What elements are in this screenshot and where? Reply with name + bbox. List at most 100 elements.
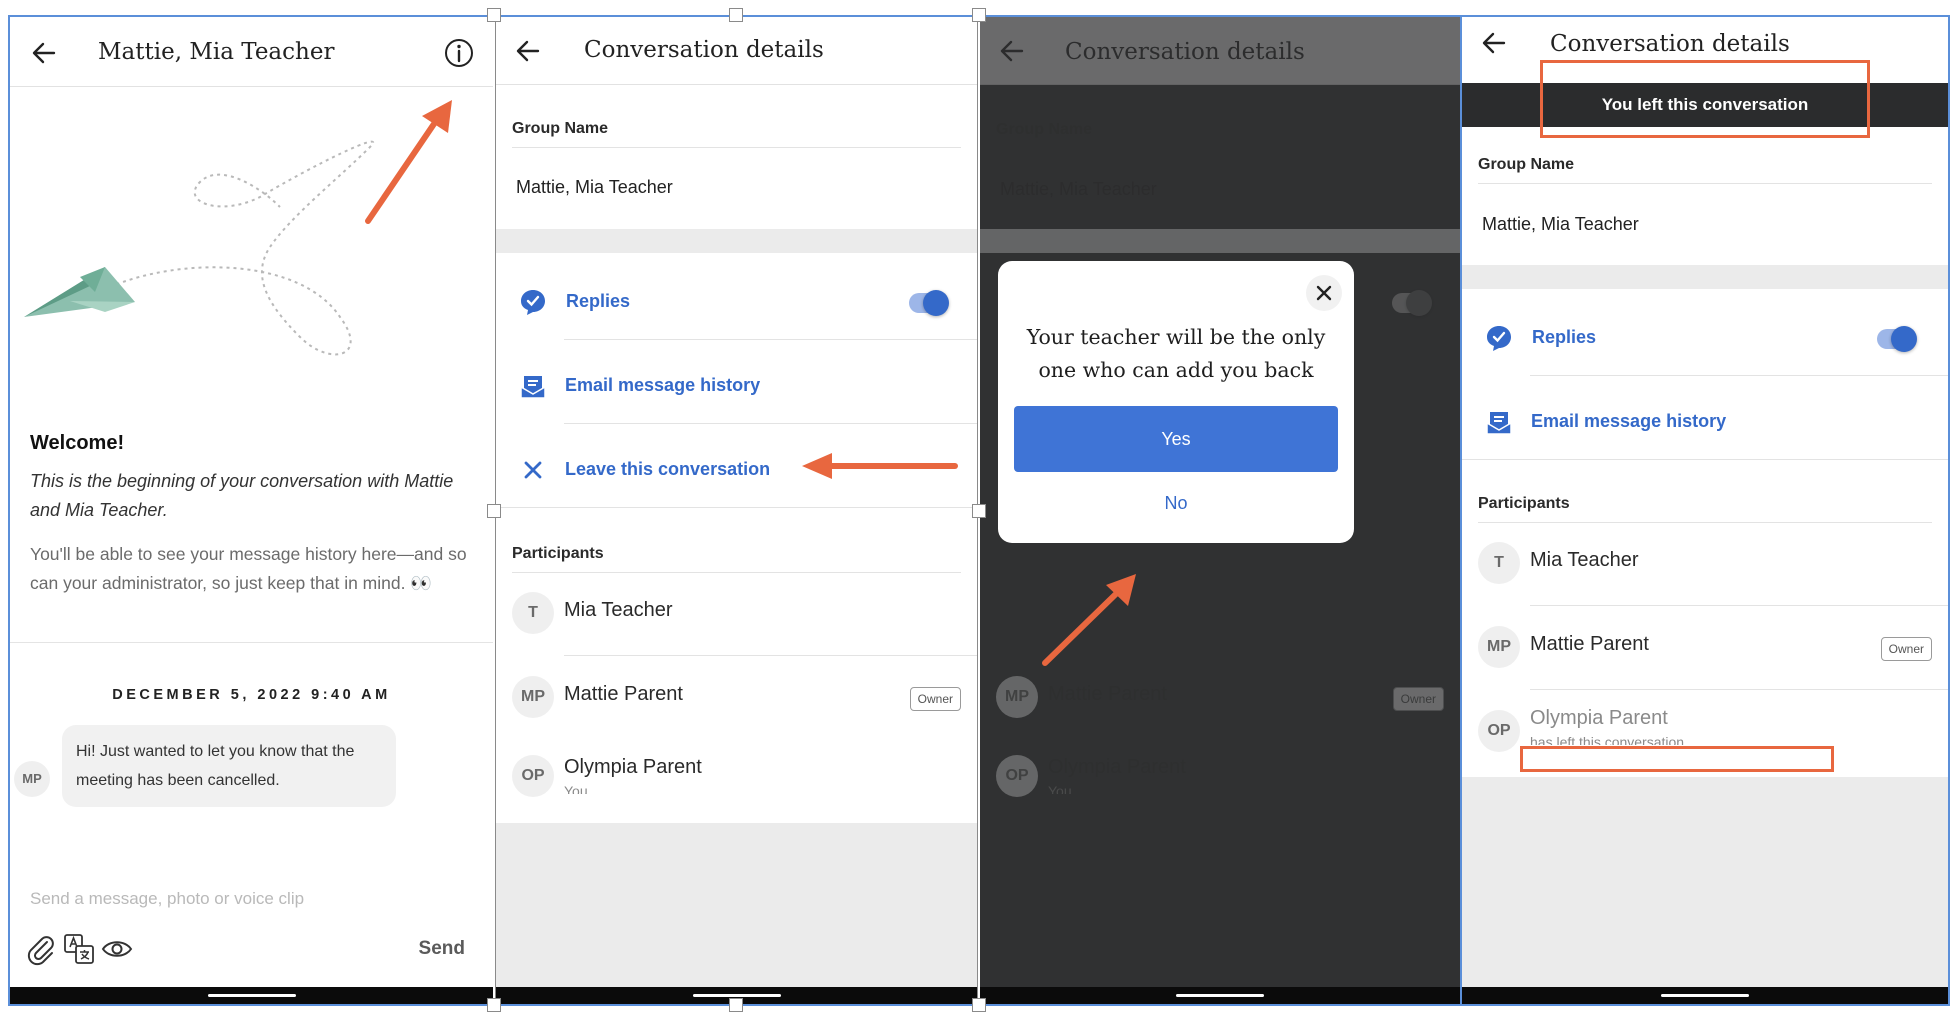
eye-icon[interactable] xyxy=(100,932,134,966)
avatar: OP xyxy=(1478,710,1520,752)
avatar: T xyxy=(512,592,554,634)
translate-icon[interactable] xyxy=(62,932,96,966)
replies-row[interactable]: Replies xyxy=(496,269,977,337)
avatar: T xyxy=(1478,542,1520,584)
owner-badge: Owner xyxy=(909,687,961,711)
participants-label: Participants xyxy=(1478,495,1570,512)
group-name-label: Group Name xyxy=(996,121,1093,138)
replies-toggle[interactable] xyxy=(909,290,949,316)
divider xyxy=(496,507,977,508)
dialog-message: Your teacher will be the only one who ca… xyxy=(1026,325,1326,382)
participant-subtitle: You xyxy=(1048,783,1072,794)
divider xyxy=(512,572,961,573)
conversation-details-after-leave: Conversation details You left this conve… xyxy=(1462,17,1948,1005)
details-header: Conversation details xyxy=(496,17,977,85)
owner-badge: Owner xyxy=(1880,637,1932,661)
replies-toggle xyxy=(1392,290,1432,316)
selection-handle[interactable] xyxy=(972,504,986,518)
system-navigation-bar xyxy=(980,987,1460,1005)
group-name-value[interactable]: Mattie, Mia Teacher xyxy=(1482,214,1639,235)
chat-screen: Mattie, Mia Teacher Welcome! This is the… xyxy=(10,17,493,1005)
email-history-icon xyxy=(1486,412,1512,435)
yes-button[interactable]: Yes xyxy=(1014,406,1338,472)
section-separator xyxy=(496,229,977,253)
participant-row[interactable]: MP Mattie Parent Owner xyxy=(1462,617,1948,683)
divider xyxy=(1478,522,1932,523)
group-name-label: Group Name xyxy=(512,120,609,137)
participant-name: Mia Teacher xyxy=(1530,549,1639,571)
leave-conversation-label: Leave this conversation xyxy=(565,459,771,479)
participant-name: Mia Teacher xyxy=(564,599,673,621)
selection-handle[interactable] xyxy=(729,8,743,22)
divider xyxy=(1462,459,1948,460)
owner-badge: Owner xyxy=(1392,687,1444,711)
paperclip-icon[interactable] xyxy=(24,932,58,966)
replies-toggle[interactable] xyxy=(1877,326,1917,352)
participant-left-status: has left this conversation xyxy=(1530,734,1685,745)
toggle-knob xyxy=(1891,326,1917,352)
paper-plane-illustration xyxy=(24,140,374,356)
participant-name: Olympia Parent xyxy=(564,756,702,778)
selection-handle[interactable] xyxy=(729,998,743,1012)
close-x-icon xyxy=(524,461,542,479)
participant-row[interactable]: MP Mattie Parent Owner xyxy=(496,667,977,733)
avatar: OP xyxy=(996,755,1038,797)
email-history-icon xyxy=(520,376,546,399)
group-name-label: Group Name xyxy=(1478,156,1575,173)
back-arrow-icon[interactable] xyxy=(1480,29,1508,57)
participant-row[interactable]: OP Olympia Parent has left this conversa… xyxy=(1462,701,1948,767)
divider xyxy=(10,642,493,643)
avatar: MP xyxy=(14,761,50,797)
welcome-intro: This is the beginning of your conversati… xyxy=(30,471,454,520)
section-separator xyxy=(1462,265,1948,289)
divider xyxy=(1530,689,1948,690)
details-title: Conversation details xyxy=(1550,31,1790,57)
toggle-knob xyxy=(923,290,949,316)
participant-name: Mattie Parent xyxy=(1048,683,1167,705)
home-indicator[interactable] xyxy=(1176,994,1264,997)
info-icon[interactable] xyxy=(443,37,475,69)
leave-conversation-row[interactable]: Leave this conversation xyxy=(496,437,977,505)
details-header: Conversation details xyxy=(1462,17,1948,83)
empty-area xyxy=(1462,777,1948,987)
participant-row[interactable]: T Mia Teacher xyxy=(496,583,977,649)
no-button[interactable]: No xyxy=(998,493,1354,514)
left-conversation-banner: You left this conversation xyxy=(1462,83,1948,127)
participant-row[interactable]: OP Olympia Parent You xyxy=(496,746,977,812)
selection-handle[interactable] xyxy=(487,998,501,1012)
email-history-label: Email message history xyxy=(565,375,761,395)
selection-handle[interactable] xyxy=(972,8,986,22)
toggle-knob xyxy=(1406,290,1432,316)
participant-name: Olympia Parent xyxy=(1048,756,1186,778)
replies-row[interactable]: Replies xyxy=(1462,305,1948,373)
replies-label: Replies xyxy=(1532,327,1597,347)
participant-name: Olympia Parent xyxy=(1530,707,1668,729)
avatar: MP xyxy=(512,676,554,718)
chat-title: Mattie, Mia Teacher xyxy=(98,39,335,65)
conversation-details-screen: Conversation details Group Name Mattie, … xyxy=(495,17,978,1005)
selection-handle[interactable] xyxy=(487,8,501,22)
send-button[interactable]: Send xyxy=(419,938,465,960)
home-indicator[interactable] xyxy=(207,994,296,997)
welcome-heading: Welcome! xyxy=(30,432,125,454)
divider xyxy=(1530,605,1948,606)
selection-handle[interactable] xyxy=(487,504,501,518)
home-indicator[interactable] xyxy=(1661,994,1749,997)
email-history-row[interactable]: Email message history xyxy=(496,353,977,421)
avatar: MP xyxy=(1478,626,1520,668)
participant-row[interactable]: T Mia Teacher xyxy=(1462,533,1948,599)
divider xyxy=(564,339,977,340)
paper-plane-icon xyxy=(24,267,135,317)
message-bubble: Hi! Just wanted to let you know that the… xyxy=(62,725,396,807)
section-separator xyxy=(980,229,1460,253)
back-arrow-icon[interactable] xyxy=(30,39,58,67)
email-history-row[interactable]: Email message history xyxy=(1462,389,1948,457)
back-arrow-icon[interactable] xyxy=(514,37,542,65)
divider xyxy=(564,423,977,424)
selection-handle[interactable] xyxy=(972,998,986,1012)
home-indicator[interactable] xyxy=(692,994,781,997)
divider xyxy=(1478,183,1932,184)
message-input[interactable]: Send a message, photo or voice clip xyxy=(30,889,304,909)
group-name-value[interactable]: Mattie, Mia Teacher xyxy=(516,177,673,198)
close-icon[interactable] xyxy=(1306,275,1342,311)
